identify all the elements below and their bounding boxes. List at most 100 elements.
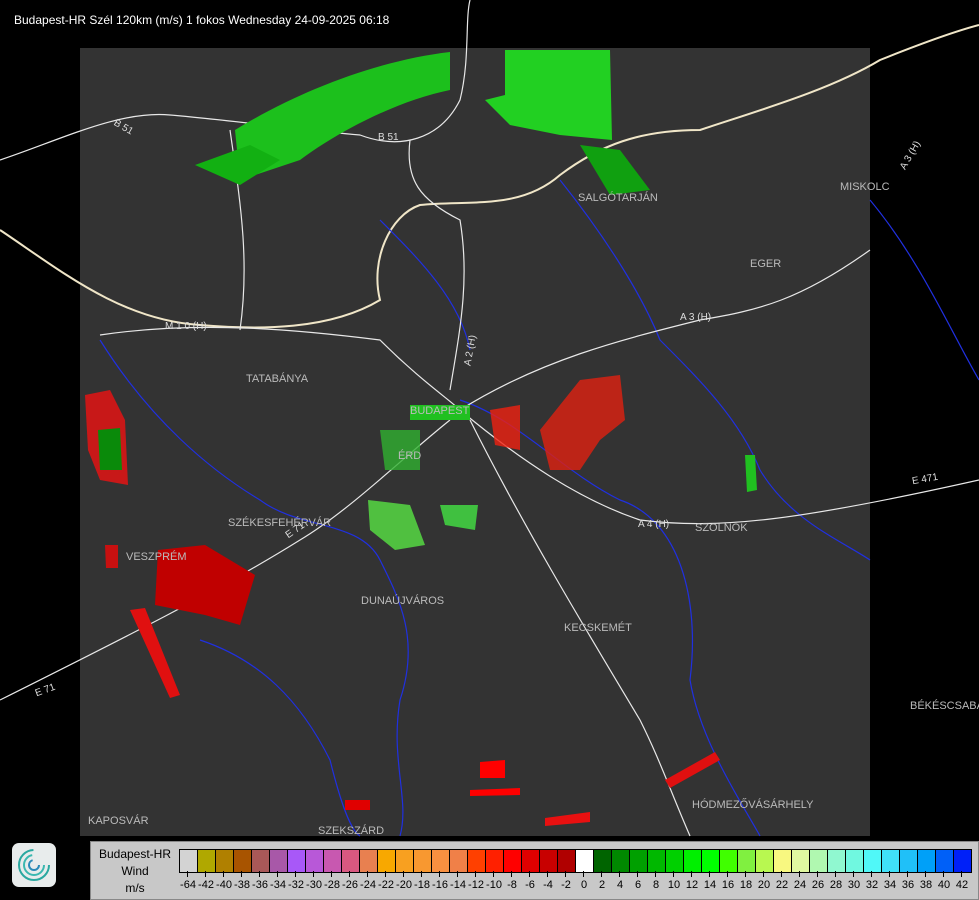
city-label: KAPOSVÁR xyxy=(88,815,149,827)
legend-quantity: Wind xyxy=(121,864,149,878)
legend-tick-label: 10 xyxy=(665,871,683,891)
legend-tick-label: 22 xyxy=(773,871,791,891)
legend-color-swatch xyxy=(558,850,576,872)
legend-color-swatch xyxy=(414,850,432,872)
legend-color-swatch xyxy=(432,850,450,872)
legend-tick-label: 14 xyxy=(701,871,719,891)
legend-tick-label: 0 xyxy=(575,871,593,891)
legend-color-swatch xyxy=(468,850,486,872)
city-label: EGER xyxy=(750,258,782,270)
legend-color-swatch xyxy=(342,850,360,872)
road-label: A 4 (H) xyxy=(638,519,670,530)
legend-tick-label: -36 xyxy=(252,871,268,891)
legend-color-swatch xyxy=(810,850,828,872)
legend-color-swatch xyxy=(198,850,216,872)
legend-tick-label: 38 xyxy=(917,871,935,891)
legend-tick-label: -6 xyxy=(521,871,539,891)
legend-tick-label: -30 xyxy=(306,871,322,891)
radar-map xyxy=(0,0,979,837)
swirl-logo-icon xyxy=(18,849,50,881)
legend-color-swatch xyxy=(882,850,900,872)
legend-tick-label: -42 xyxy=(198,871,214,891)
legend-tick-labels: -64 -42 -40 -38 -36 -34 -32 -30 -28 -26 -24 -22 -20-… xyxy=(179,871,971,891)
legend-tick-label: 32 xyxy=(863,871,881,891)
legend-tick-label: 40 xyxy=(935,871,953,891)
road-label: A 3 (H) xyxy=(680,312,712,323)
legend-tick-label: -2 xyxy=(557,871,575,891)
legend-tick-label: -26 xyxy=(342,871,358,891)
legend-tick-label: 16 xyxy=(719,871,737,891)
city-label: HÓDMEZŐVÁSÁRHELY xyxy=(692,799,814,811)
legend-color-swatch xyxy=(288,850,306,872)
legend-tick-label: -64 xyxy=(180,871,196,891)
city-label: SZEKSZÁRD xyxy=(318,825,385,837)
legend-color-swatch xyxy=(216,850,234,872)
legend-color-swatch xyxy=(774,850,792,872)
legend-color-swatch xyxy=(936,850,954,872)
legend-color-bar xyxy=(179,849,972,873)
legend-tick-label: 34 xyxy=(881,871,899,891)
legend-tick-label: 24 xyxy=(791,871,809,891)
legend-tick-label: 8 xyxy=(647,871,665,891)
legend-color-swatch xyxy=(486,850,504,872)
city-label: ÉRD xyxy=(398,450,422,462)
city-label: SZÉKESFEHÉRVÁR xyxy=(228,517,332,529)
legend-color-swatch xyxy=(378,850,396,872)
legend-color-swatch xyxy=(864,850,882,872)
legend-tick-label: -10 xyxy=(486,871,502,891)
legend-color-swatch xyxy=(612,850,630,872)
legend-tick-label: 42 xyxy=(953,871,971,891)
legend-color-swatch xyxy=(540,850,558,872)
city-label: SALGÓTARJÁN xyxy=(578,192,658,204)
legend-color-swatch xyxy=(738,850,756,872)
city-label: SZOLNOK xyxy=(695,522,748,534)
legend-tick-label: 4 xyxy=(611,871,629,891)
legend-color-swatch xyxy=(252,850,270,872)
legend-tick-label: 26 xyxy=(809,871,827,891)
legend-tick-label: 6 xyxy=(629,871,647,891)
legend-color-swatch xyxy=(324,850,342,872)
legend-color-swatch xyxy=(396,850,414,872)
legend-color-swatch xyxy=(630,850,648,872)
legend-tick-label: -32 xyxy=(288,871,304,891)
road-label: M 1 0 (H) xyxy=(165,321,207,332)
legend-color-swatch xyxy=(234,850,252,872)
legend-color-swatch xyxy=(594,850,612,872)
map-title: Budapest-HR Szél 120km (m/s) 1 fokos Wed… xyxy=(14,13,390,27)
city-label: KECSKEMÉT xyxy=(564,622,632,634)
legend-color-swatch xyxy=(504,850,522,872)
legend-color-swatch xyxy=(828,850,846,872)
legend-tick-label: 12 xyxy=(683,871,701,891)
legend-tick-label: 2 xyxy=(593,871,611,891)
legend-tick-label: 36 xyxy=(899,871,917,891)
legend-tick-label: -22 xyxy=(378,871,394,891)
legend-color-swatch xyxy=(918,850,936,872)
legend-color-swatch xyxy=(180,850,198,872)
legend-unit: m/s xyxy=(125,881,145,895)
city-label: MISKOLC xyxy=(840,181,890,193)
legend-tick-label: -38 xyxy=(234,871,250,891)
legend-color-swatch xyxy=(720,850,738,872)
legend-radar-name: Budapest-HR xyxy=(98,847,172,861)
legend-tick-label: -40 xyxy=(216,871,232,891)
city-label: BÉKÉSCSABA xyxy=(910,700,979,712)
legend-color-swatch xyxy=(846,850,864,872)
legend-color-swatch xyxy=(702,850,720,872)
legend-tick-label: -20 xyxy=(396,871,412,891)
city-label: TATABÁNYA xyxy=(246,373,309,385)
legend-tick-label: -12 xyxy=(468,871,484,891)
legend-tick-label: -34 xyxy=(270,871,286,891)
legend-tick-label: -14 xyxy=(450,871,466,891)
legend-color-swatch xyxy=(756,850,774,872)
legend-color-swatch xyxy=(522,850,540,872)
road-label: B 51 xyxy=(378,132,399,143)
legend-tick-label: -4 xyxy=(539,871,557,891)
legend-color-swatch xyxy=(270,850,288,872)
legend-color-swatch xyxy=(792,850,810,872)
legend-color-swatch xyxy=(576,850,594,872)
legend-title: Budapest-HR Wind m/s xyxy=(91,846,179,897)
legend-tick-label: -8 xyxy=(503,871,521,891)
legend-color-swatch xyxy=(900,850,918,872)
legend-tick-label: -16 xyxy=(432,871,448,891)
city-label: DUNAÚJVÁROS xyxy=(361,595,445,607)
